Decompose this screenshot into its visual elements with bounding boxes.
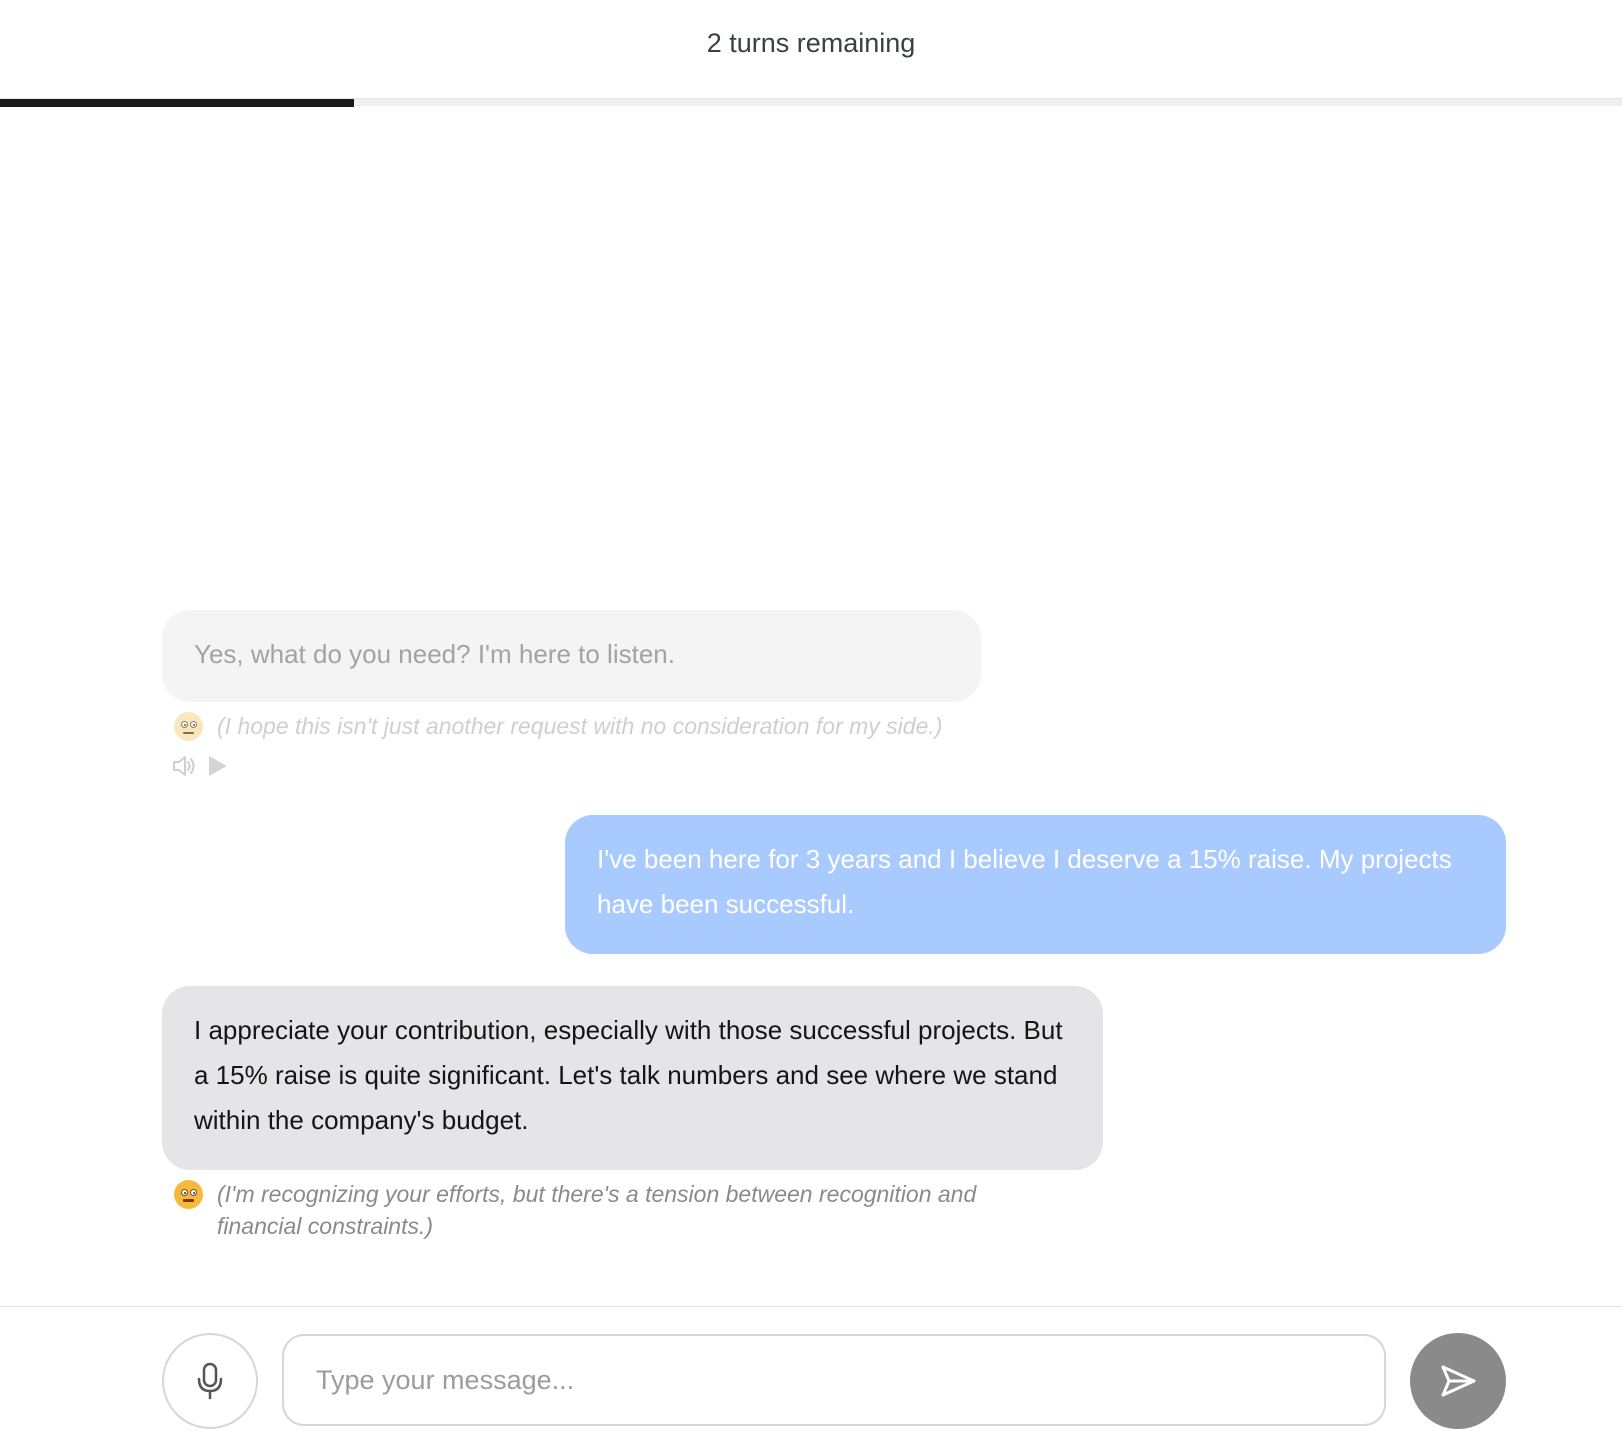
play-icon[interactable] [206, 752, 230, 780]
grimacing-face-icon [174, 1180, 203, 1209]
user-message-bubble: I've been here for 3 years and I believe… [565, 815, 1506, 954]
progress-bar [0, 98, 1622, 107]
message-input[interactable] [282, 1334, 1386, 1426]
send-icon [1441, 1365, 1476, 1397]
message-composer [0, 1306, 1622, 1444]
progress-bar-fill [0, 99, 354, 107]
assistant-message-bubble: I appreciate your contribution, especial… [162, 986, 1103, 1170]
thought-text: (I'm recognizing your efforts, but there… [217, 1181, 977, 1239]
thought-text: (I hope this isn't just another request … [217, 713, 943, 739]
neutral-face-icon [174, 712, 203, 741]
audio-controls [170, 752, 240, 780]
turns-remaining-label: 2 turns remaining [706, 28, 916, 58]
microphone-icon [197, 1362, 223, 1400]
assistant-message-bubble: Yes, what do you need? I'm here to liste… [162, 610, 981, 702]
mic-button[interactable] [162, 1333, 258, 1429]
speaker-icon[interactable] [170, 752, 198, 780]
send-button[interactable] [1410, 1333, 1506, 1429]
header: 2 turns remaining [0, 0, 1622, 108]
